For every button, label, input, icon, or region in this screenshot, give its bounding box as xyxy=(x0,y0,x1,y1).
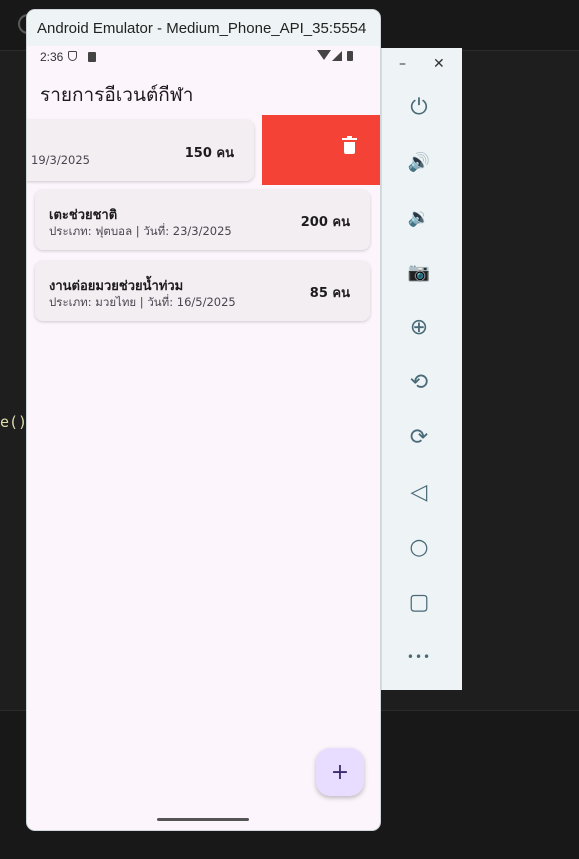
event-card[interactable]: 19/3/2025 150 คน xyxy=(27,120,254,181)
event-name: งานต่อยมวยช่วยน้ำท่วม xyxy=(49,279,184,294)
volume-up-button[interactable]: 🔊 xyxy=(404,147,434,177)
rotate-right-button[interactable]: ⟳ xyxy=(404,422,434,452)
overview-icon: ▢ xyxy=(408,589,430,615)
add-event-button[interactable]: + xyxy=(316,748,364,796)
trash-icon xyxy=(344,142,355,154)
emulator-title: Android Emulator - Medium_Phone_API_35:5… xyxy=(37,19,367,37)
plus-icon: + xyxy=(330,759,350,785)
page-title: รายการอีเวนต์กีฬา xyxy=(40,84,194,106)
shield-icon xyxy=(68,51,77,61)
home-icon: ○ xyxy=(409,534,429,560)
emulator-toolbar: – ✕ ⏻ 🔊 🔉 📷 ⊕ ⟲ ⟳ ◁ ○ ▢ ••• xyxy=(381,48,462,690)
status-bar: 2:36 xyxy=(27,46,380,68)
ide-code-snippet: e() xyxy=(0,413,28,431)
more-icon: ••• xyxy=(406,650,432,664)
signal-icon xyxy=(332,51,342,61)
back-icon: ◁ xyxy=(410,479,428,505)
event-card[interactable]: งานต่อยมวยช่วยน้ำท่วม ประเภท: มวยไทย | ว… xyxy=(35,261,370,321)
trash-icon-lid xyxy=(342,138,357,140)
minimize-button[interactable]: – xyxy=(399,56,406,72)
gesture-nav-handle[interactable] xyxy=(157,818,249,821)
zoom-button[interactable]: ⊕ xyxy=(404,312,434,342)
event-count: 200 คน xyxy=(300,215,350,230)
status-time: 2:36 xyxy=(40,50,64,64)
volume-up-icon: 🔊 xyxy=(407,151,431,173)
event-card[interactable]: เตะช่วยชาติ ประเภท: ฟุตบอล | วันที่: 23/… xyxy=(35,190,370,250)
event-meta: 19/3/2025 xyxy=(31,153,90,167)
rotate-left-button[interactable]: ⟲ xyxy=(404,367,434,397)
home-button[interactable]: ○ xyxy=(404,532,434,562)
event-name: เตะช่วยชาติ xyxy=(49,208,118,223)
volume-down-icon: 🔉 xyxy=(407,206,431,228)
sim-card-icon xyxy=(88,52,96,62)
volume-down-button[interactable]: 🔉 xyxy=(404,202,434,232)
power-icon: ⏻ xyxy=(410,94,428,120)
emulator-window: Android Emulator - Medium_Phone_API_35:5… xyxy=(27,10,380,830)
event-count: 150 คน xyxy=(184,146,234,161)
rotate-right-icon: ⟳ xyxy=(409,424,429,450)
camera-icon: 📷 xyxy=(407,261,431,283)
close-button[interactable]: ✕ xyxy=(433,56,445,72)
power-button[interactable]: ⏻ xyxy=(404,92,434,122)
more-button[interactable]: ••• xyxy=(404,642,434,672)
wifi-icon xyxy=(317,50,331,60)
battery-icon xyxy=(347,51,353,61)
zoom-icon: ⊕ xyxy=(409,314,429,340)
screenshot-button[interactable]: 📷 xyxy=(404,257,434,287)
event-meta: ประเภท: ฟุตบอล | วันที่: 23/3/2025 xyxy=(49,224,232,238)
event-meta: ประเภท: มวยไทย | วันที่: 16/5/2025 xyxy=(49,295,236,309)
overview-button[interactable]: ▢ xyxy=(404,587,434,617)
swipe-delete-action[interactable] xyxy=(262,115,380,185)
rotate-left-icon: ⟲ xyxy=(409,369,429,395)
event-count: 85 คน xyxy=(309,286,350,301)
back-button[interactable]: ◁ xyxy=(404,477,434,507)
emulator-titlebar[interactable]: Android Emulator - Medium_Phone_API_35:5… xyxy=(27,10,380,46)
